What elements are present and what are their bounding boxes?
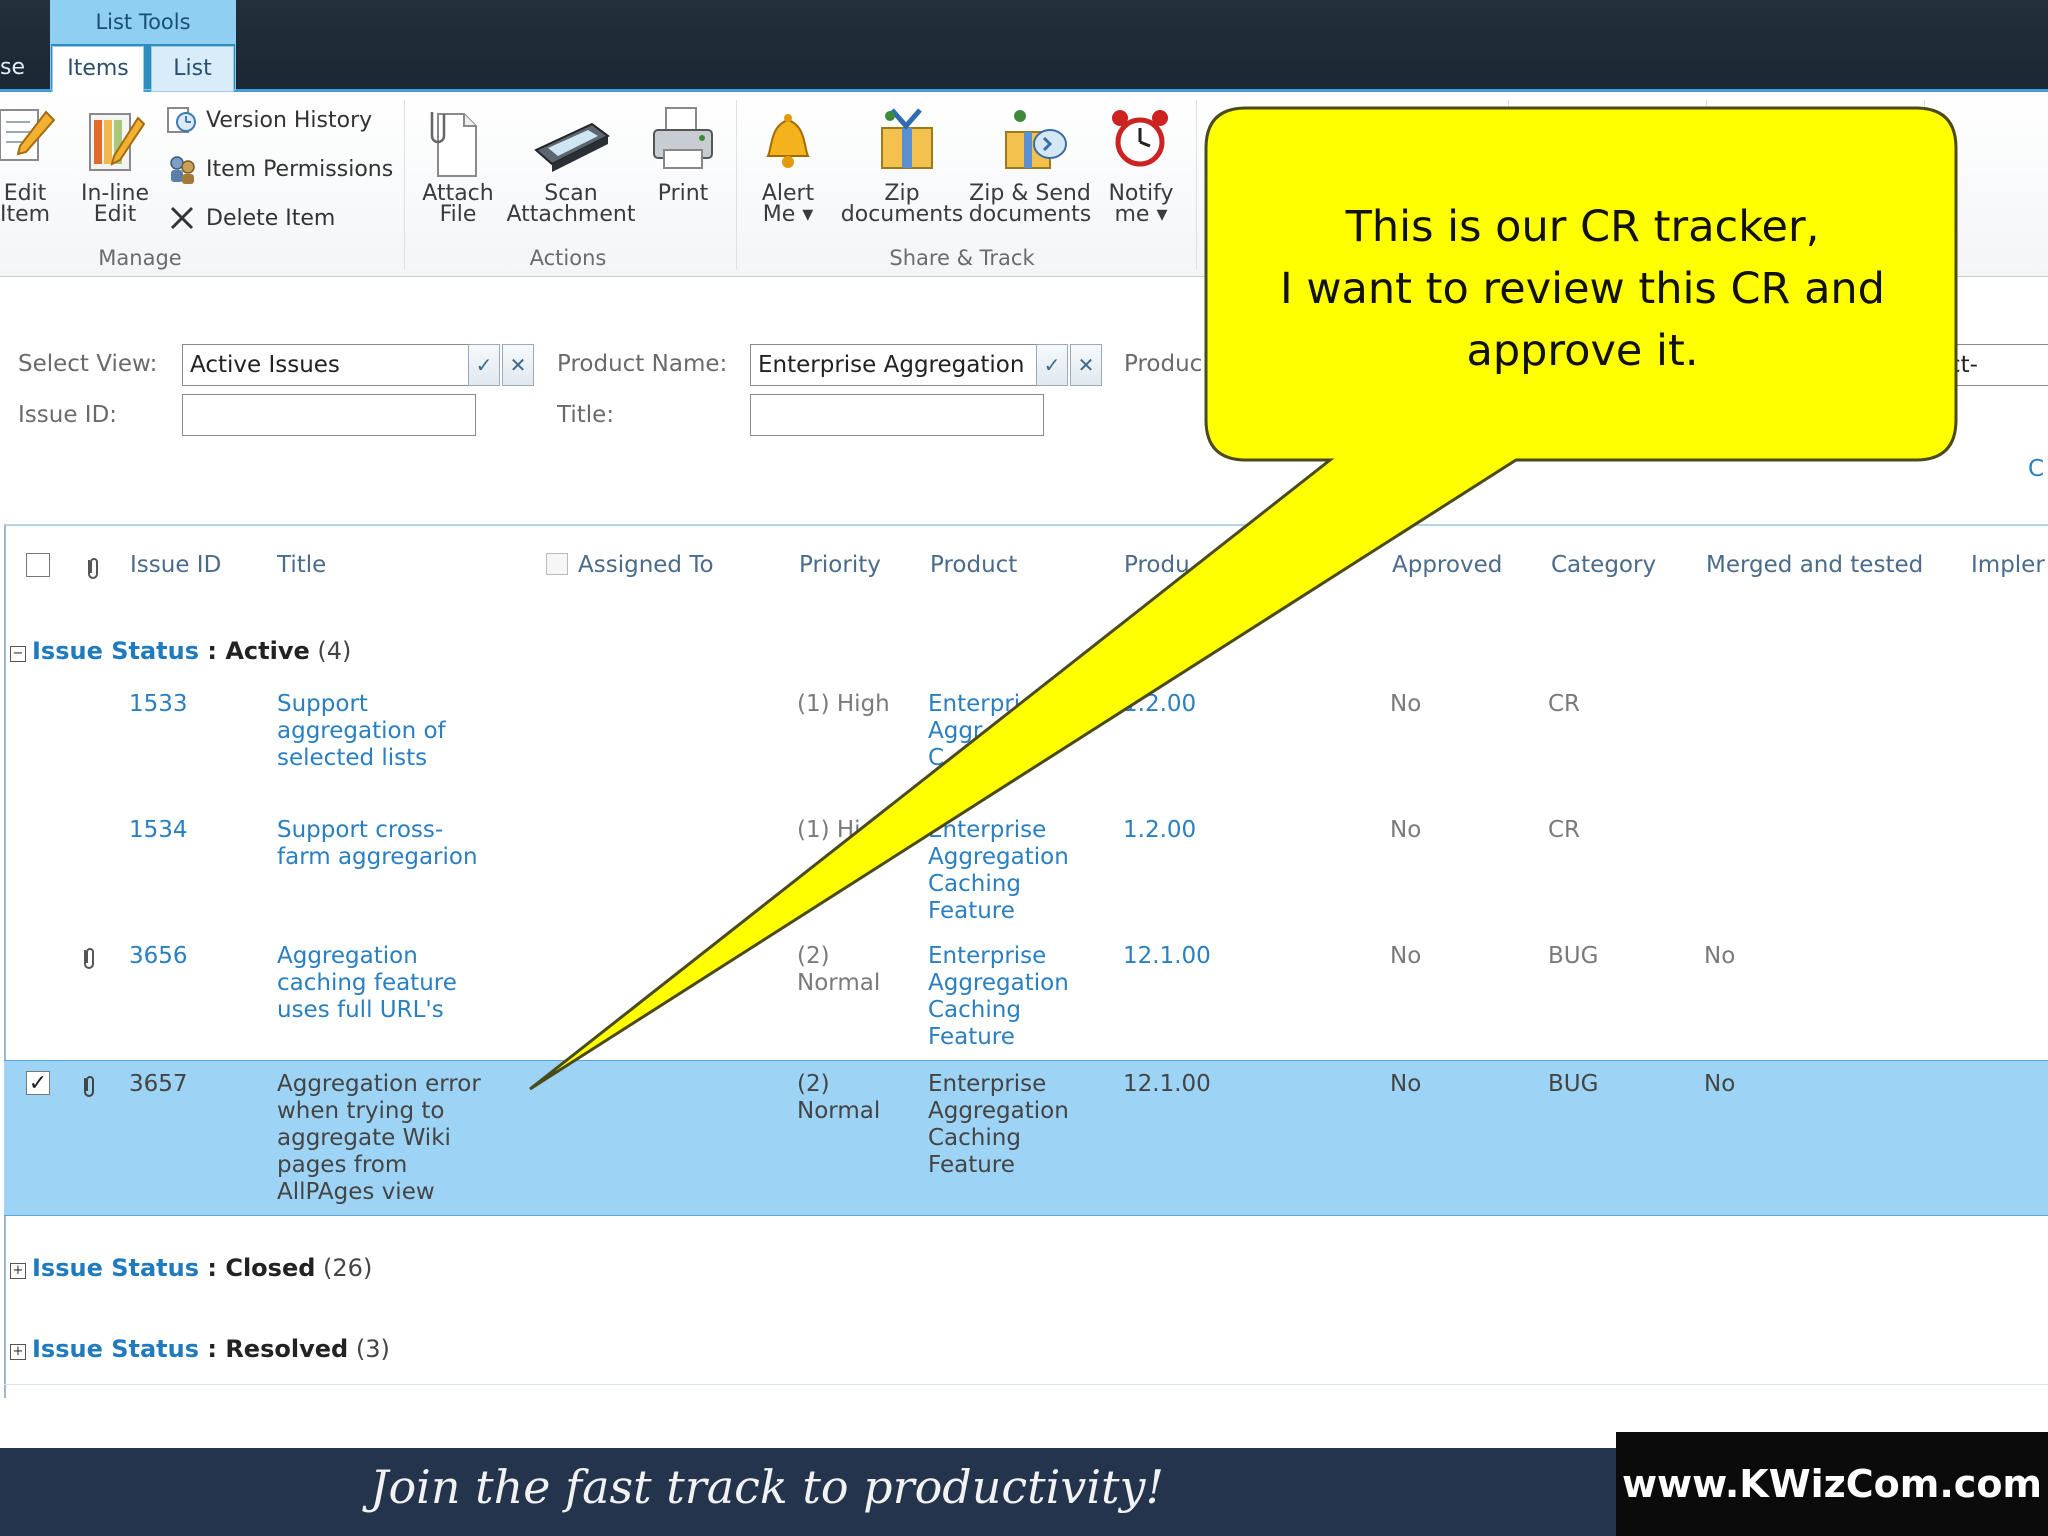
callout-line: This is our CR tracker, (1345, 202, 1820, 252)
footer-logo: www.KWizCom.com (1616, 1432, 2048, 1536)
callout-text: This is our CR tracker, I want to review… (1215, 196, 1950, 382)
callout-line: approve it. (1466, 326, 1699, 376)
footer-slogan: Join the fast track to productivity! (370, 1460, 1164, 1514)
callout-line: I want to review this CR and (1280, 264, 1885, 314)
